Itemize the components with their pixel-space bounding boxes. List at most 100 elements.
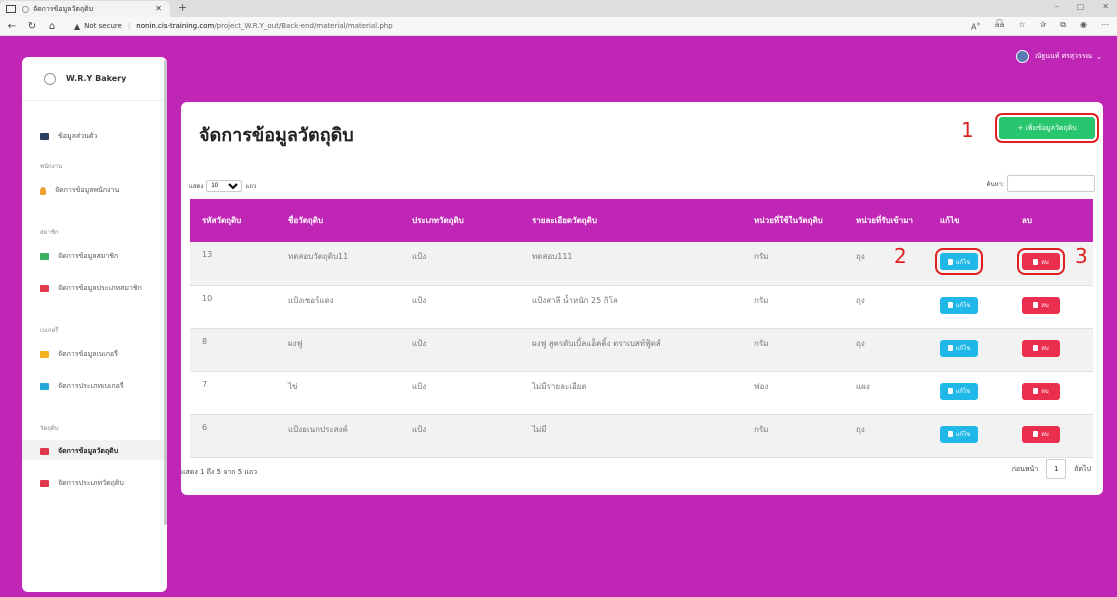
edit-button[interactable]: แก้ไข [940,382,978,400]
list-icon [40,285,49,292]
column-header[interactable]: แก้ไข [928,199,1010,242]
edit-icon [947,431,953,437]
prev-page-button[interactable]: ก่อนหน้า [1012,464,1039,475]
page-length-select[interactable]: 10 [206,180,243,192]
delete-button[interactable]: ลบ [1022,425,1060,443]
next-page-button[interactable]: ถัดไป [1074,464,1091,475]
refresh-icon[interactable]: ↻ [24,21,40,32]
cell-delete: ลบ [1010,371,1093,414]
delete-button-label: ลบ [1041,345,1049,352]
read-aloud-icon[interactable]: A» [971,20,981,32]
cell-detail: แป้งสาลี น้ำหนัก 25 กิโล [532,295,618,305]
table-row: 10 แป้งเชอร์แดง แป้ง แป้งสาลี น้ำหนัก 25… [190,285,1093,328]
edit-button-label: แก้ไข [955,431,971,438]
delete-button[interactable]: ลบ [1022,296,1060,314]
column-header[interactable]: ชื่อวัตถุดิบ [276,199,400,242]
sidebar-item-label: จัดการข้อมูลเบเกอรี่ [58,350,118,358]
cell-name: แป้งเชอร์แดง [288,295,334,305]
cell-use-unit: กรัม [754,252,769,261]
avatar [1015,50,1029,63]
minimize-button[interactable]: – [1055,2,1059,11]
delete-button[interactable]: ลบ [1022,382,1060,400]
trash-icon [1033,431,1039,437]
sidebar-item-manage-bakery[interactable]: จัดการข้อมูลเบเกอรี่ [40,349,118,360]
url-field[interactable]: ▲ Not secure | nonin.cis-training.com /p… [74,22,393,31]
cell-name: แป้งอเนกประสงค์ [288,424,348,434]
edit-button[interactable]: แก้ไข [935,248,983,275]
edit-button[interactable]: แก้ไข [940,425,978,443]
home-icon[interactable]: ⌂ [44,21,60,32]
user-icon [40,186,46,195]
sidebar-item-manage-materials[interactable]: จัดการข้อมูลวัตถุดิบ [40,446,118,457]
cell-recv-unit: แผง [856,381,870,391]
edit-button[interactable]: แก้ไข [940,339,978,357]
user-name: ณัฐนนท์ ศรสุวรรณ [1034,52,1093,60]
cell-edit: แก้ไข [928,328,1010,371]
column-header[interactable]: รหัสวัตถุดิบ [190,199,276,242]
back-icon[interactable]: ← [4,21,20,32]
sidebar-section-material: วัตถุดิบ [40,425,59,432]
column-header[interactable]: หน่วยที่ใช้ในวัตถุดิบ [742,199,844,242]
cell-recv-unit: ถุง [856,424,865,434]
cell-detail: ผงฟู สูตรดับเบิ้ลแอ็คติ้ง ตราเบสท์ฟู้ดส์ [532,338,661,348]
brand[interactable]: W.R.Y Bakery [22,57,167,101]
user-menu[interactable]: ณัฐนนท์ ศรสุวรรณ ⌄ [1015,50,1102,63]
favorite-add-icon[interactable]: ☆ [1018,20,1025,32]
search-input[interactable] [1007,175,1095,192]
collections-icon[interactable]: ⧉ [1060,20,1066,32]
cell-id: 6 [202,422,208,432]
new-tab-button[interactable]: + [178,1,187,14]
edit-icon [947,302,953,308]
sidebar-item-manage-employees[interactable]: จัดการข้อมูลพนักงาน [40,185,119,196]
window-controls: – ▢ ✕ [1055,2,1109,11]
table-header-row: รหัสวัตถุดิบ ชื่อวัตถุดิบ ประเภทวัตถุดิบ… [190,199,1093,242]
browser-tab[interactable]: จัดการข้อมูลวัตถุดิบ ✕ [0,1,170,17]
more-icon[interactable]: ⋯ [1101,20,1109,32]
cell-use-unit: ฟอง [754,381,769,391]
cell-recv-unit: ถุง [856,338,865,348]
edit-button[interactable]: แก้ไข [940,296,978,314]
profile-icon[interactable]: ◉ [1080,20,1087,32]
delete-button-label: ลบ [1041,388,1049,395]
url-domain: nonin.cis-training.com [136,22,215,30]
material-icon [40,448,49,455]
close-window-button[interactable]: ✕ [1102,2,1109,11]
delete-button[interactable]: ลบ [1017,248,1065,275]
sidebar-item-label: ข้อมูลส่วนตัว [58,132,98,140]
pagination: ก่อนหน้า 1 ถัดไป [1012,459,1091,479]
column-header[interactable]: รายละเอียดวัตถุดิบ [520,199,742,242]
sidebar-item-profile[interactable]: ข้อมูลส่วนตัว [40,131,97,142]
translate-icon[interactable]: a͡a [995,20,1005,32]
browser-toolbar: A» a͡a ☆ ✰ ⧉ ◉ ⋯ [971,20,1109,32]
cell-type: แป้ง [412,381,427,391]
cell-delete: ลบ [1010,414,1093,457]
sidebar-item-manage-members[interactable]: จัดการข้อมูลสมาชิก [40,251,118,262]
sidebar-scrollbar[interactable] [164,60,167,525]
edit-button-label: แก้ไข [955,258,971,266]
maximize-button[interactable]: ▢ [1077,2,1085,11]
sidebar-item-bakery-types[interactable]: จัดการประเภทเบเกอรี่ [40,381,124,392]
tab-actions-icon[interactable] [6,5,16,13]
add-material-button[interactable]: + เพิ่มข้อมูลวัตถุดิบ [995,113,1099,143]
column-header[interactable]: ลบ [1010,199,1093,242]
cell-use-unit: กรัม [754,295,769,305]
sidebar-item-material-types[interactable]: จัดการประเภทวัตถุดิบ [40,478,124,489]
favicon-icon [22,5,29,13]
favorites-icon[interactable]: ✰ [1040,20,1047,32]
warning-icon: ▲ [74,21,81,31]
tab-close-icon[interactable]: ✕ [155,4,162,13]
column-header[interactable]: ประเภทวัตถุดิบ [400,199,520,242]
cell-name: ผงฟู [288,338,303,348]
sidebar-item-member-types[interactable]: จัดการข้อมูลประเภทสมาชิก [40,283,142,294]
column-header[interactable]: หน่วยที่รับเข้ามา [844,199,928,242]
cell-name: ไข่ [288,381,298,391]
browser-tab-bar: จัดการข้อมูลวัตถุดิบ ✕ + – ▢ ✕ [0,0,1117,17]
sidebar-item-label: จัดการข้อมูลพนักงาน [55,186,120,194]
cell-edit: แก้ไข [928,414,1010,457]
page-length-control: แสดง 10 แถว [189,180,256,192]
delete-button[interactable]: ลบ [1022,339,1060,357]
cell-edit: แก้ไข [928,242,1010,285]
url-separator: | [127,22,131,30]
url-path: /project_W.R.Y_out/Back-end/material/mat… [214,22,393,30]
page-number-button[interactable]: 1 [1046,459,1067,479]
